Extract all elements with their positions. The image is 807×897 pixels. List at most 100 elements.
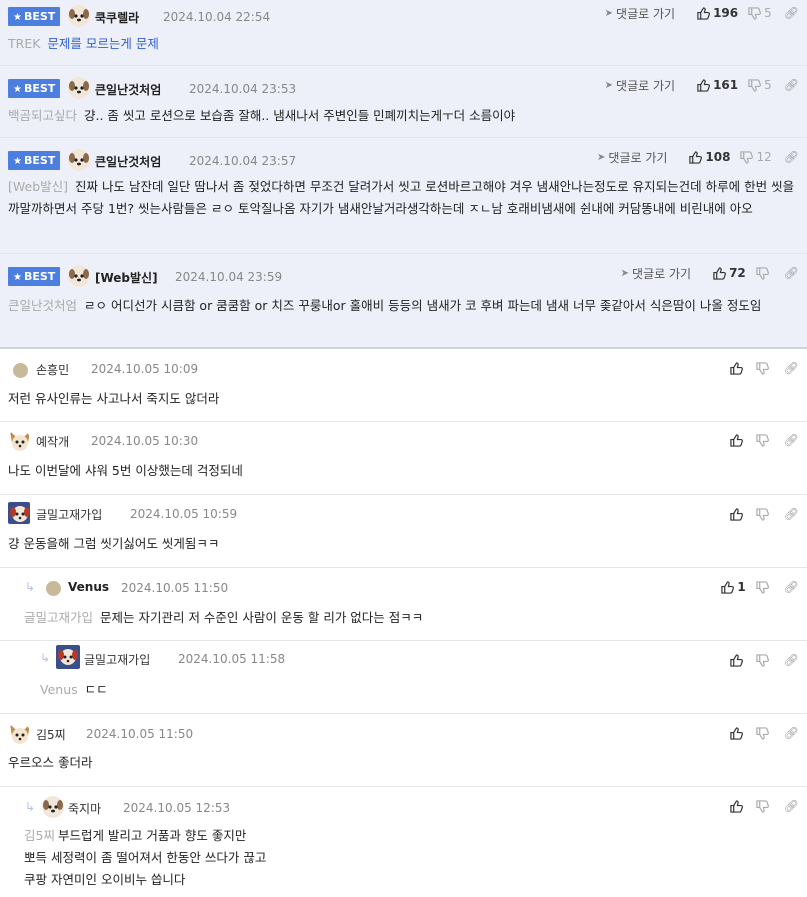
avatar[interactable] [8,722,30,744]
thumbs-up-icon [689,150,703,164]
downvote-button[interactable] [756,580,772,594]
avatar[interactable] [13,363,28,378]
star-icon: ★ [13,84,22,95]
link-icon[interactable]: 🔗︎ [784,6,799,20]
link-icon[interactable]: 🔗︎ [784,580,799,594]
star-icon: ★ [13,272,22,283]
go-to-reply-link[interactable]: ➤ 댓글로 가기 [605,5,675,22]
downvote-button[interactable] [756,266,772,280]
upvote-count: 108 [705,150,731,164]
comment-author[interactable]: Venus [68,580,109,594]
comment-date: 2024.10.05 10:30 [91,434,199,448]
upvote-button[interactable]: 161 [697,78,738,92]
avatar[interactable] [68,5,90,27]
link-icon[interactable]: 🔗︎ [784,150,799,164]
go-to-reply-link[interactable]: ➤ 댓글로 가기 [621,265,691,282]
upvote-button[interactable] [730,507,746,521]
downvote-button[interactable] [756,653,772,667]
comment-text: 진짜 나도 남잔데 일단 땀나서 좀 젖었다하면 무조건 달려가서 씻고 로션바… [8,179,795,216]
link-icon[interactable]: 🔗︎ [784,78,799,92]
upvote-button[interactable] [730,726,746,740]
go-to-reply-link[interactable]: ➤ 댓글로 가기 [597,149,667,166]
comment-date: 2024.10.05 11:50 [86,727,194,741]
downvote-button[interactable] [756,507,772,521]
avatar[interactable] [68,265,90,287]
reply-target-tag[interactable]: TREK [8,36,40,51]
reply-target-tag[interactable]: 백곰되고싶다 [8,108,77,123]
upvote-button[interactable]: 108 [689,150,730,164]
downvote-button[interactable]: 5 [748,78,772,92]
comment-text: 나도 이번달에 샤워 5번 이상했는데 걱정되네 [8,463,243,478]
comment-author[interactable]: 예작개 [36,433,69,450]
thumbs-down-icon [756,266,769,280]
comment-text: ㄹㅇ 어디선가 시큼함 or 쿰쿰함 or 치즈 꾸룽내or 홀애비 등등의 냄… [84,298,762,313]
upvote-count: 161 [713,78,739,92]
reply-arrow-icon: ↳ [25,800,36,814]
link-icon[interactable]: 🔗︎ [784,799,799,813]
downvote-button[interactable] [756,433,772,447]
star-icon: ★ [13,156,22,167]
thumbs-up-icon [713,266,726,280]
upvote-button[interactable]: 1 [721,580,746,594]
comment-date: 2024.10.05 11:50 [121,581,229,595]
upvote-button[interactable] [730,433,746,447]
upvote-button[interactable]: 72 [713,266,746,280]
upvote-button[interactable] [730,799,746,813]
link-icon[interactable]: 🔗︎ [784,726,799,740]
link-icon[interactable]: 🔗︎ [784,361,799,375]
downvote-button[interactable]: 5 [748,6,772,20]
comment-author[interactable]: 김5찌 [36,726,66,743]
comment-item: ★ BEST 큰일난것처엄 2024.10.04 23:57 ➤ 댓글로 가기 10… [0,138,807,254]
thumbs-up-icon [730,507,743,521]
comment-reply: ↳ 죽지마 2024.10.05 12:53 🔗︎ 김5찌 부드럽게 발리고 거품… [0,787,807,897]
comment-text: 문제를 모르는게 문제 [47,36,159,51]
comment-author[interactable]: 큰일난것처엄 [95,153,161,170]
comment-item: 예작개 2024.10.05 10:30 🔗︎ 나도 이번달에 샤워 5번 이상… [0,422,807,495]
comment-date: 2024.10.05 10:09 [91,362,199,376]
downvote-button[interactable] [756,361,772,375]
downvote-button[interactable] [756,726,772,740]
upvote-button[interactable] [730,361,746,375]
comment-author[interactable]: [Web발신] [95,269,158,286]
upvote-button[interactable]: 196 [697,6,738,20]
avatar[interactable] [42,796,64,818]
comment-text-line: 뽀득 세정력이 좀 떨어져서 한동안 쓰다가 끊고 [24,850,267,865]
upvote-button[interactable] [730,653,746,667]
comment-date: 2024.10.04 23:57 [189,154,297,168]
link-icon[interactable]: 🔗︎ [784,653,799,667]
link-icon[interactable]: 🔗︎ [784,433,799,447]
comment-author[interactable]: 죽지마 [68,800,101,817]
go-to-reply-link[interactable]: ➤ 댓글로 가기 [605,77,675,94]
thumbs-up-icon [730,653,743,667]
best-badge: ★ BEST [8,267,61,286]
comment-author[interactable]: 쿡쿠렐라 [95,9,139,26]
link-icon[interactable]: 🔗︎ [784,507,799,521]
downvote-button[interactable]: 12 [740,150,772,164]
reply-target-tag[interactable]: [Web발신] [8,179,68,194]
reply-target-tag[interactable]: Venus [40,682,78,697]
thumbs-down-icon [756,799,769,813]
reply-arrow-icon: ↳ [25,580,36,594]
avatar[interactable] [46,581,61,596]
comment-date: 2024.10.05 12:53 [123,801,231,815]
avatar[interactable] [68,149,90,171]
navigate-arrow-icon: ➤ [597,151,606,163]
navigate-arrow-icon: ➤ [604,7,614,19]
reply-target-tag[interactable]: 글밀고재가입 [24,610,93,625]
upvote-count: 72 [729,266,746,280]
avatar[interactable] [8,429,30,451]
comment-author[interactable]: 글밀고재가입 [84,651,150,668]
comment-item: 김5찌 2024.10.05 11:50 🔗︎ 우르오스 좋더라 [0,714,807,787]
comment-date: 2024.10.05 11:58 [178,652,286,666]
link-icon[interactable]: 🔗︎ [784,266,799,280]
avatar[interactable] [68,77,90,99]
avatar[interactable] [8,502,30,524]
comment-author[interactable]: 글밀고재가입 [36,506,102,523]
avatar[interactable] [56,645,80,669]
reply-target-tag[interactable]: 김5찌 [24,828,55,843]
comment-author[interactable]: 큰일난것처엄 [95,81,161,98]
comment-author[interactable]: 손흥민 [36,361,69,378]
reply-target-tag[interactable]: 큰일난것처엄 [8,298,77,313]
downvote-button[interactable] [756,799,772,813]
star-icon: ★ [13,12,22,23]
